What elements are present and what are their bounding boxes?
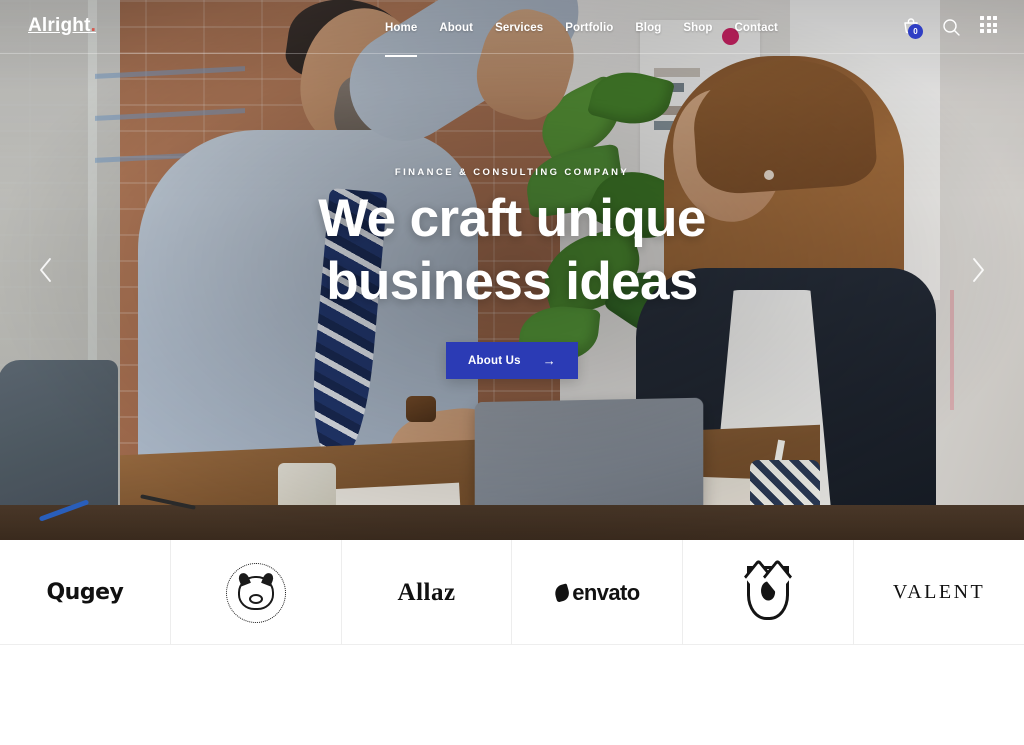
hero-headline-line-2: business ideas xyxy=(326,252,698,311)
envato-leaf-icon xyxy=(553,582,572,603)
nav-item-services[interactable]: Services xyxy=(484,22,554,34)
search-icon xyxy=(943,19,960,36)
page-root: FINANCE & CONSULTING COMPANY We craft un… xyxy=(0,0,1024,745)
nav-item-home[interactable]: Home xyxy=(374,22,428,57)
hero-headline-line-1: We craft unique xyxy=(318,189,706,248)
what-we-do-section: WHAT WE DO xyxy=(0,646,1024,745)
hero-slider: FINANCE & CONSULTING COMPANY We craft un… xyxy=(0,0,1024,540)
site-logo-dot: . xyxy=(90,15,97,36)
client-logo-tulip[interactable] xyxy=(683,540,855,645)
client-logo-qugey-text: Qugey xyxy=(46,580,124,605)
nav-item-blog[interactable]: Blog xyxy=(624,22,672,34)
search-button[interactable] xyxy=(940,16,962,38)
bulldog-badge-icon xyxy=(225,562,286,623)
slider-next-button[interactable] xyxy=(964,256,992,284)
cart-button[interactable]: 0 xyxy=(900,16,923,39)
site-logo[interactable]: Alright. xyxy=(28,16,96,35)
nav-item-about[interactable]: About xyxy=(428,22,484,34)
header-divider xyxy=(0,53,1024,54)
chevron-left-icon xyxy=(40,258,51,282)
client-logo-valent[interactable]: VALENT xyxy=(854,540,1024,645)
site-logo-text: Alright xyxy=(28,15,91,36)
about-us-button-label: About Us xyxy=(468,354,521,367)
client-logo-bulldog[interactable] xyxy=(171,540,342,645)
nav-item-contact[interactable]: Contact xyxy=(723,22,789,34)
arrow-right-icon: → xyxy=(542,353,556,368)
client-logo-allaz-text: Allaz xyxy=(397,578,456,606)
client-logo-qugey[interactable]: Qugey xyxy=(0,540,171,645)
site-header: Alright. Home About Services Portfolio B… xyxy=(0,0,1024,57)
client-logo-valent-text: VALENT xyxy=(892,581,986,603)
grid-menu-icon xyxy=(980,16,1002,33)
nav-item-shop[interactable]: Shop xyxy=(672,22,723,34)
tulip-shield-icon xyxy=(747,565,790,620)
nav-item-portfolio[interactable]: Portfolio xyxy=(554,22,624,34)
chevron-right-icon xyxy=(973,258,984,282)
grid-menu-button[interactable] xyxy=(980,16,1002,38)
about-us-button[interactable]: About Us → xyxy=(446,342,578,379)
client-logo-allaz[interactable]: Allaz xyxy=(342,540,513,645)
main-navigation: Home About Services Portfolio Blog Shop … xyxy=(374,22,789,57)
client-logo-envato-text: envato xyxy=(572,579,640,605)
hero-headline: We craft unique business ideas xyxy=(318,192,706,308)
client-logo-bar: Qugey Allaz envato VALENT xyxy=(0,540,1024,645)
client-logo-envato-wrap: envato xyxy=(553,579,640,606)
hero-eyebrow: FINANCE & CONSULTING COMPANY xyxy=(394,167,630,178)
slider-prev-button[interactable] xyxy=(32,256,60,284)
client-logo-envato[interactable]: envato xyxy=(512,540,684,645)
cart-count-badge: 0 xyxy=(908,24,923,39)
header-tools: 0 xyxy=(900,16,1002,39)
hero-content: FINANCE & CONSULTING COMPANY We craft un… xyxy=(0,0,1024,540)
